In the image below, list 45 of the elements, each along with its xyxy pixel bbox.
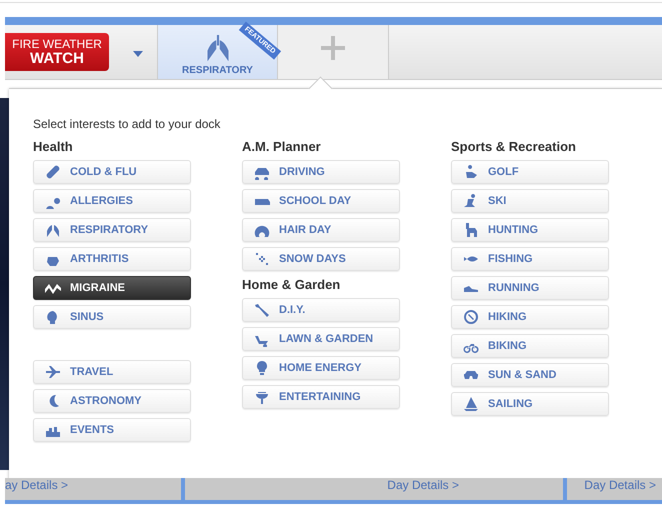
- plus-icon: [321, 36, 345, 60]
- interest-button[interactable]: HAIR DAY: [242, 218, 400, 242]
- interest-button[interactable]: HOME ENERGY: [242, 356, 400, 380]
- day-details-link[interactable]: Day Details >: [584, 478, 656, 492]
- interest-button[interactable]: DRIVING: [242, 160, 400, 184]
- day-details-link[interactable]: ay Details >: [5, 478, 68, 492]
- interest-button[interactable]: MIGRAINE: [33, 276, 191, 300]
- interest-button[interactable]: SKI: [451, 189, 609, 213]
- interest-button[interactable]: ARTHRITIS: [33, 247, 191, 271]
- interest-button[interactable]: EVENTS: [33, 418, 191, 442]
- interest-button[interactable]: ENTERTAINING: [242, 385, 400, 409]
- interest-button[interactable]: HUNTING: [451, 218, 609, 242]
- sailboat-icon: [462, 396, 480, 412]
- day-details-link[interactable]: Day Details >: [387, 478, 459, 492]
- interest-button[interactable]: COLD & FLU: [33, 160, 191, 184]
- caret-icon: [133, 50, 143, 56]
- section-heading: A.M. Planner: [242, 139, 322, 155]
- interest-button[interactable]: RUNNING: [451, 276, 609, 300]
- section-heading: Home & Garden: [242, 277, 342, 293]
- interest-button[interactable]: BIKING: [451, 334, 609, 358]
- interest-button[interactable]: SINUS: [33, 305, 191, 329]
- interest-button[interactable]: LAWN & GARDEN: [242, 327, 400, 351]
- lungs-icon: [44, 222, 62, 238]
- add-tab-button[interactable]: [277, 25, 389, 79]
- interest-button[interactable]: HIKING: [451, 305, 609, 329]
- interest-button[interactable]: SAILING: [451, 392, 609, 416]
- section-heading: Sports & Recreation: [451, 139, 577, 155]
- interest-button[interactable]: SNOW DAYS: [242, 247, 400, 271]
- interest-button[interactable]: SUN & SAND: [451, 363, 609, 387]
- interest-button[interactable]: FISHING: [451, 247, 609, 271]
- snowflake-icon: [253, 251, 271, 267]
- wrench-icon: [253, 302, 271, 318]
- interest-button[interactable]: ALLERGIES: [33, 189, 191, 213]
- capsule-icon: [44, 164, 62, 180]
- interest-button[interactable]: D.I.Y.: [242, 298, 400, 322]
- interest-button[interactable]: GOLF: [451, 160, 609, 184]
- compass-icon: [462, 309, 480, 325]
- interest-button[interactable]: RESPIRATORY: [33, 218, 191, 242]
- fire-weather-watch-button[interactable]: FIRE WEATHER WATCH: [5, 33, 109, 71]
- instruction-text: Select interests to add to your dock: [33, 117, 222, 131]
- interest-button[interactable]: SCHOOL DAY: [242, 189, 400, 213]
- airplane-icon: [44, 364, 62, 380]
- interest-button[interactable]: ASTRONOMY: [33, 389, 191, 413]
- interest-button[interactable]: TRAVEL: [33, 360, 191, 384]
- section-heading: Health: [33, 139, 74, 155]
